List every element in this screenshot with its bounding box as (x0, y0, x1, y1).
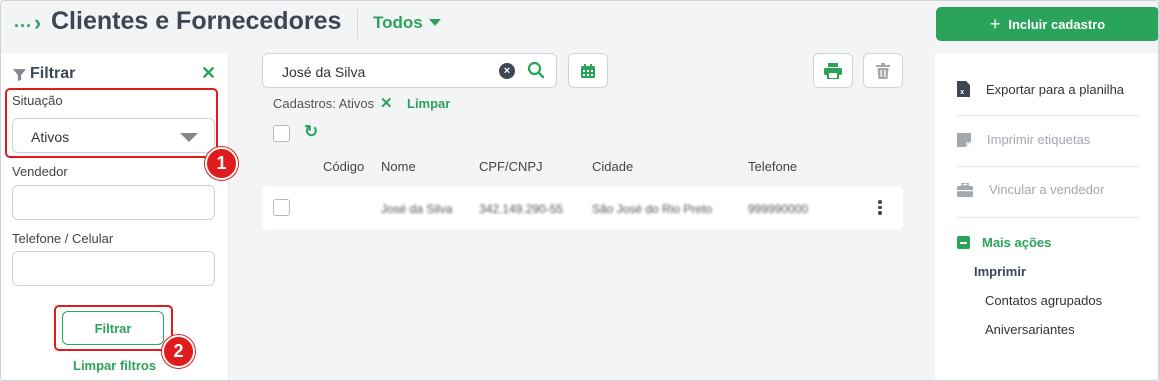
plus-icon: + (989, 14, 1001, 34)
print-section-heading: Imprimir (974, 264, 1027, 279)
divider (957, 217, 1139, 218)
step-badge-1: 1 (205, 147, 238, 180)
clear-active-filters-link[interactable]: Limpar (407, 96, 450, 111)
column-header-cpf[interactable]: CPF/CNPJ (479, 159, 543, 174)
excel-file-icon: x (957, 81, 970, 97)
print-button[interactable] (813, 53, 853, 88)
funnel-icon (13, 68, 26, 81)
clear-search-icon[interactable]: × (499, 63, 515, 79)
active-filter-label: Cadastros: Ativos (273, 96, 375, 111)
column-header-nome[interactable]: Nome (381, 159, 416, 174)
view-filter-dropdown[interactable]: Todos (373, 13, 423, 33)
filter-title-text: Filtrar (30, 65, 76, 82)
delete-button[interactable] (863, 53, 903, 88)
export-spreadsheet-action[interactable]: x Exportar para a planilha (957, 81, 1124, 97)
date-filter-button[interactable] (568, 53, 608, 88)
add-record-button[interactable]: + Incluir cadastro (936, 7, 1158, 41)
print-labels-label: Imprimir etiquetas (987, 132, 1091, 147)
clear-filters-link[interactable]: Limpar filtros (73, 358, 156, 373)
table-row[interactable]: José da Silva 342.149.290-55 São José do… (262, 186, 903, 230)
cell-telefone: 999990000 (748, 202, 809, 216)
printer-icon (824, 62, 842, 79)
app-frame: ... › Clientes e Fornecedores Todos + In… (0, 0, 1159, 381)
step-badge-2: 2 (162, 335, 195, 368)
cell-nome: José da Silva (381, 202, 453, 216)
row-checkbox[interactable] (273, 199, 290, 216)
search-input[interactable]: José da Silva × (262, 53, 557, 88)
select-all-checkbox[interactable] (273, 125, 290, 142)
row-menu-icon[interactable] (878, 200, 882, 215)
cell-cpf: 342.149.290-55 (479, 202, 564, 216)
close-filter-icon[interactable]: ✕ (201, 63, 216, 84)
trash-icon (876, 62, 890, 79)
link-seller-action[interactable]: Vincular a vendedor (957, 182, 1104, 197)
breadcrumb-chevron-icon: › (34, 10, 42, 35)
highlight-box-situacao (5, 88, 218, 158)
remove-filter-icon[interactable]: ✕ (380, 94, 393, 112)
vendedor-label: Vendedor (12, 164, 68, 179)
export-label: Exportar para a planilha (986, 81, 1125, 97)
collapse-icon (957, 236, 970, 249)
actions-panel: x Exportar para a planilha Imprimir etiq… (935, 53, 1158, 380)
filter-title: Filtrar (13, 65, 75, 83)
birthdays-link[interactable]: Aniversariantes (985, 322, 1075, 337)
column-header-telefone[interactable]: Telefone (748, 159, 797, 174)
print-labels-action[interactable]: Imprimir etiquetas (957, 132, 1090, 147)
page-title: Clientes e Fornecedores (51, 7, 342, 35)
add-record-label: Incluir cadastro (1008, 16, 1106, 32)
cell-cidade: São José do Rio Preto (592, 202, 713, 216)
column-header-codigo[interactable]: Código (323, 159, 364, 174)
vendedor-input[interactable] (12, 185, 215, 220)
column-header-cidade[interactable]: Cidade (592, 159, 633, 174)
telefone-input[interactable] (12, 251, 215, 286)
svg-text:x: x (960, 89, 964, 96)
divider (957, 166, 1139, 167)
calendar-icon (581, 63, 595, 78)
label-tag-icon (957, 132, 971, 147)
more-actions-label: Mais ações (982, 235, 1052, 250)
refresh-icon[interactable]: ↻ (304, 122, 318, 142)
caret-down-icon[interactable] (429, 19, 441, 26)
divider (957, 115, 1139, 116)
more-actions-toggle[interactable]: Mais ações (957, 235, 1051, 250)
link-seller-label: Vincular a vendedor (989, 182, 1105, 197)
briefcase-icon (957, 182, 973, 197)
breadcrumb-dots[interactable]: ... (14, 11, 32, 32)
highlight-box-filtrar (54, 305, 173, 351)
search-icon[interactable] (527, 61, 545, 79)
header-divider (357, 9, 358, 39)
grouped-contacts-link[interactable]: Contatos agrupados (985, 293, 1102, 308)
search-value: José da Silva (282, 64, 366, 80)
telefone-label: Telefone / Celular (12, 231, 114, 246)
